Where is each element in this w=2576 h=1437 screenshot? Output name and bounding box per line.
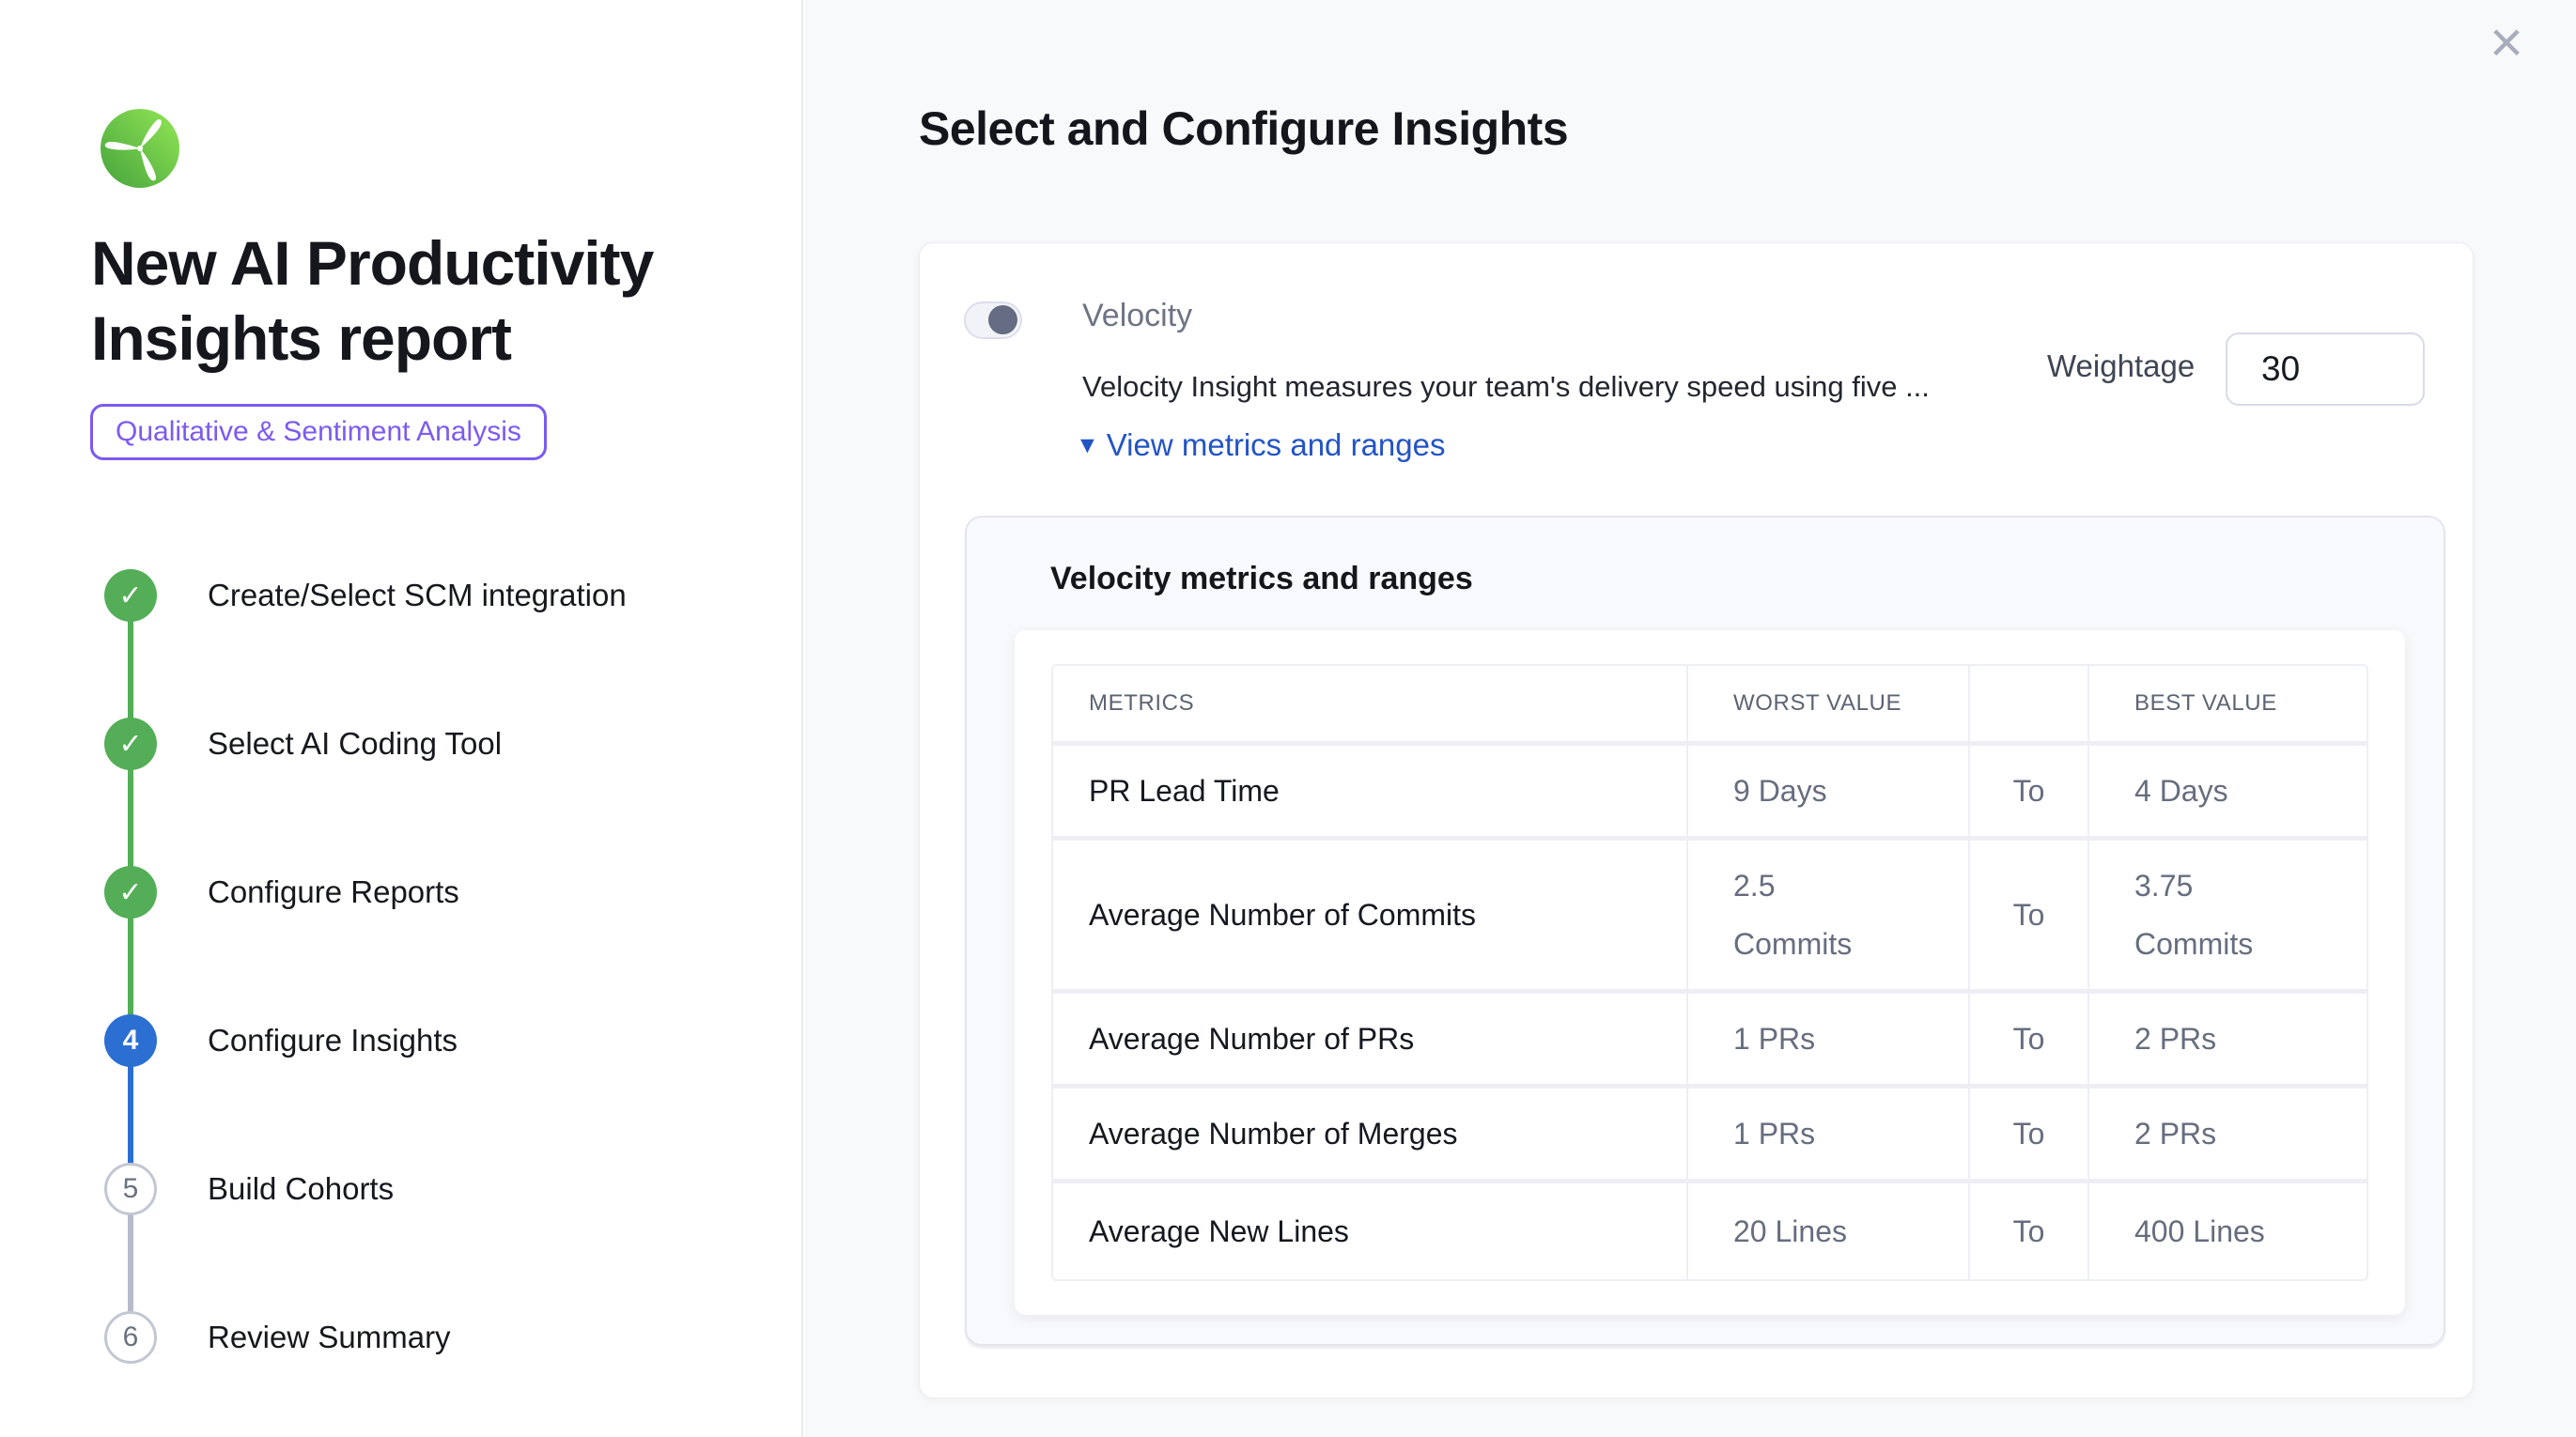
- col-header-spacer: [1970, 666, 2087, 741]
- step-3-circle[interactable]: ✓: [104, 866, 157, 919]
- wizard-sidebar: New AI Productivity Insights report Qual…: [0, 0, 803, 1437]
- range-to-label: To: [1970, 1089, 2087, 1179]
- check-icon: ✓: [118, 579, 142, 612]
- report-title: New AI Productivity Insights report: [91, 225, 692, 376]
- step-2-label[interactable]: Select AI Coding Tool: [208, 718, 502, 770]
- step-number: 5: [123, 1173, 139, 1205]
- metric-name: Average New Lines: [1053, 1183, 1686, 1279]
- metric-name: PR Lead Time: [1053, 746, 1686, 836]
- velocity-toggle[interactable]: [964, 301, 1022, 339]
- best-value: 2 PRs: [2089, 1089, 2368, 1179]
- step-5-circle[interactable]: 5: [104, 1163, 157, 1215]
- configure-insights-panel: × Select and Configure Insights Velocity…: [805, 0, 2576, 1437]
- caret-down-icon: ▼: [1076, 432, 1099, 459]
- step-1-circle[interactable]: ✓: [104, 569, 157, 622]
- propeller-logo: [101, 109, 179, 188]
- report-title-line1: New AI Productivity: [91, 225, 692, 301]
- step-4-circle[interactable]: 4: [104, 1014, 157, 1067]
- worst-value: 1 PRs: [1688, 994, 1968, 1084]
- view-metrics-link[interactable]: ▼ View metrics and ranges: [1076, 427, 1445, 463]
- col-header-best-value: BEST VALUE: [2089, 666, 2368, 741]
- worst-value: 2.5 Commits: [1688, 841, 1968, 989]
- step-2-circle[interactable]: ✓: [104, 718, 157, 770]
- weightage-input[interactable]: [2226, 332, 2425, 406]
- range-to-label: To: [1970, 746, 2087, 836]
- velocity-insight-card: Velocity Weightage Velocity Insight meas…: [919, 242, 2474, 1398]
- step-6-circle[interactable]: 6: [104, 1311, 157, 1364]
- metrics-table-wrapper: METRICS WORST VALUE BEST VALUE PR Lead T…: [1015, 630, 2405, 1315]
- step-6-label[interactable]: Review Summary: [208, 1311, 451, 1364]
- col-header-worst-value: WORST VALUE: [1688, 666, 1968, 741]
- metrics-table: METRICS WORST VALUE BEST VALUE PR Lead T…: [1051, 664, 2368, 1281]
- metrics-ranges-title: Velocity metrics and ranges: [1050, 561, 1473, 597]
- worst-value: 20 Lines: [1688, 1183, 1968, 1279]
- analysis-type-badge: Qualitative & Sentiment Analysis: [90, 404, 547, 460]
- step-number: 6: [123, 1321, 139, 1353]
- weightage-label: Weightage: [2047, 348, 2195, 384]
- report-title-line2: Insights report: [91, 301, 692, 376]
- step-number: 4: [123, 1025, 139, 1057]
- metric-name: Average Number of PRs: [1053, 994, 1686, 1084]
- metric-name: Average Number of Commits: [1053, 841, 1686, 989]
- best-value: 4 Days: [2089, 746, 2368, 836]
- insight-name: Velocity: [1082, 298, 1192, 334]
- best-value: 3.75 Commits: [2089, 841, 2368, 989]
- screen: New AI Productivity Insights report Qual…: [0, 0, 2576, 1437]
- range-to-label: To: [1970, 994, 2087, 1084]
- step-5-label[interactable]: Build Cohorts: [208, 1163, 394, 1215]
- metric-name: Average Number of Merges: [1053, 1089, 1686, 1179]
- col-header-metrics: METRICS: [1053, 666, 1686, 741]
- metrics-ranges-panel: Velocity metrics and ranges METRICS WORS…: [965, 516, 2445, 1346]
- worst-value: 9 Days: [1688, 746, 1968, 836]
- range-to-label: To: [1970, 841, 2087, 989]
- best-value: 2 PRs: [2089, 994, 2368, 1084]
- step-4-label[interactable]: Configure Insights: [208, 1014, 458, 1067]
- page-title: Select and Configure Insights: [919, 101, 1568, 156]
- close-icon[interactable]: ×: [2478, 15, 2535, 71]
- toggle-knob: [988, 305, 1017, 334]
- best-value: 400 Lines: [2089, 1183, 2368, 1279]
- range-to-label: To: [1970, 1183, 2087, 1279]
- insight-description: Velocity Insight measures your team's de…: [1082, 370, 1930, 404]
- step-1-label[interactable]: Create/Select SCM integration: [208, 569, 627, 622]
- check-icon: ✓: [118, 876, 142, 909]
- step-3-label[interactable]: Configure Reports: [208, 866, 459, 919]
- worst-value: 1 PRs: [1688, 1089, 1968, 1179]
- view-metrics-link-text: View metrics and ranges: [1107, 427, 1446, 463]
- check-icon: ✓: [118, 728, 142, 761]
